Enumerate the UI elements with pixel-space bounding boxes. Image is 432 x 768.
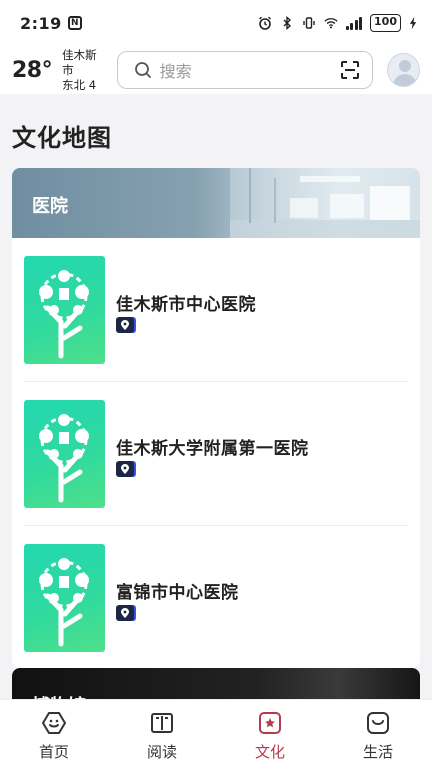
- alarm-icon: [258, 16, 271, 30]
- weather-info[interactable]: 佳木斯市 东北 4: [62, 48, 107, 93]
- nav-culture[interactable]: 文化: [216, 700, 324, 768]
- scan-icon[interactable]: [340, 60, 360, 80]
- status-bar: 2:19 N 100: [0, 0, 432, 46]
- list-item[interactable]: 佳木斯大学附属第一医院: [24, 382, 408, 526]
- nav-home[interactable]: 首页: [0, 700, 108, 768]
- section-banner-hospital[interactable]: 医院: [12, 168, 420, 238]
- hospital-name: 富锦市中心医院: [116, 583, 239, 603]
- book-icon: [151, 713, 173, 733]
- nav-life[interactable]: 生活: [324, 700, 432, 768]
- list-item[interactable]: 佳木斯市中心医院: [24, 238, 408, 382]
- tree-thumbnail-icon: [24, 400, 105, 508]
- search-icon: [134, 62, 151, 78]
- nav-label: 阅读: [146, 743, 177, 761]
- section-card-hospital: 医院 佳木斯市中心医院 佳木斯大学附属第一医院 富锦市中心医院: [12, 168, 420, 668]
- search-placeholder: 搜索: [159, 62, 192, 81]
- life-icon: [367, 712, 389, 734]
- bluetooth-icon: [283, 16, 291, 30]
- search-input[interactable]: 搜索: [116, 51, 374, 89]
- signal-icon: [345, 16, 363, 30]
- wind-info: 东北 4: [62, 77, 97, 92]
- hospital-banner-image: [230, 168, 420, 238]
- hospital-name: 佳木斯市中心医院: [116, 295, 256, 315]
- location-pin-icon[interactable]: [116, 317, 134, 333]
- bottom-nav: 首页 阅读 文化 生活: [0, 700, 432, 768]
- notification-icon: N: [67, 16, 82, 30]
- nav-label: 生活: [362, 743, 393, 761]
- location-pin-icon[interactable]: [116, 605, 134, 621]
- tree-thumbnail-icon: [24, 256, 105, 364]
- hospital-name: 佳木斯大学附属第一医院: [116, 439, 309, 459]
- top-header: 28° 佳木斯市 东北 4 搜索: [0, 46, 432, 94]
- tree-thumbnail-icon: [24, 544, 105, 652]
- nav-label: 文化: [254, 743, 285, 761]
- wifi-icon: [323, 18, 338, 29]
- nav-reading[interactable]: 阅读: [108, 700, 216, 768]
- home-icon: [42, 712, 66, 734]
- list-item[interactable]: 富锦市中心医院: [24, 526, 408, 668]
- city-name: 佳木斯市: [62, 47, 97, 77]
- section-title: 医院: [32, 196, 68, 217]
- status-icons: 100: [258, 14, 418, 32]
- vibrate-icon: [302, 17, 315, 29]
- location-pin-icon[interactable]: [116, 461, 134, 477]
- battery-indicator: 100: [370, 14, 401, 32]
- temperature[interactable]: 28°: [12, 58, 53, 83]
- charging-icon: [409, 16, 417, 30]
- culture-icon: [259, 712, 281, 734]
- nav-label: 首页: [38, 743, 69, 761]
- avatar[interactable]: [387, 53, 420, 87]
- page-title: 文化地图: [12, 124, 112, 152]
- status-time: 2:19: [20, 13, 62, 33]
